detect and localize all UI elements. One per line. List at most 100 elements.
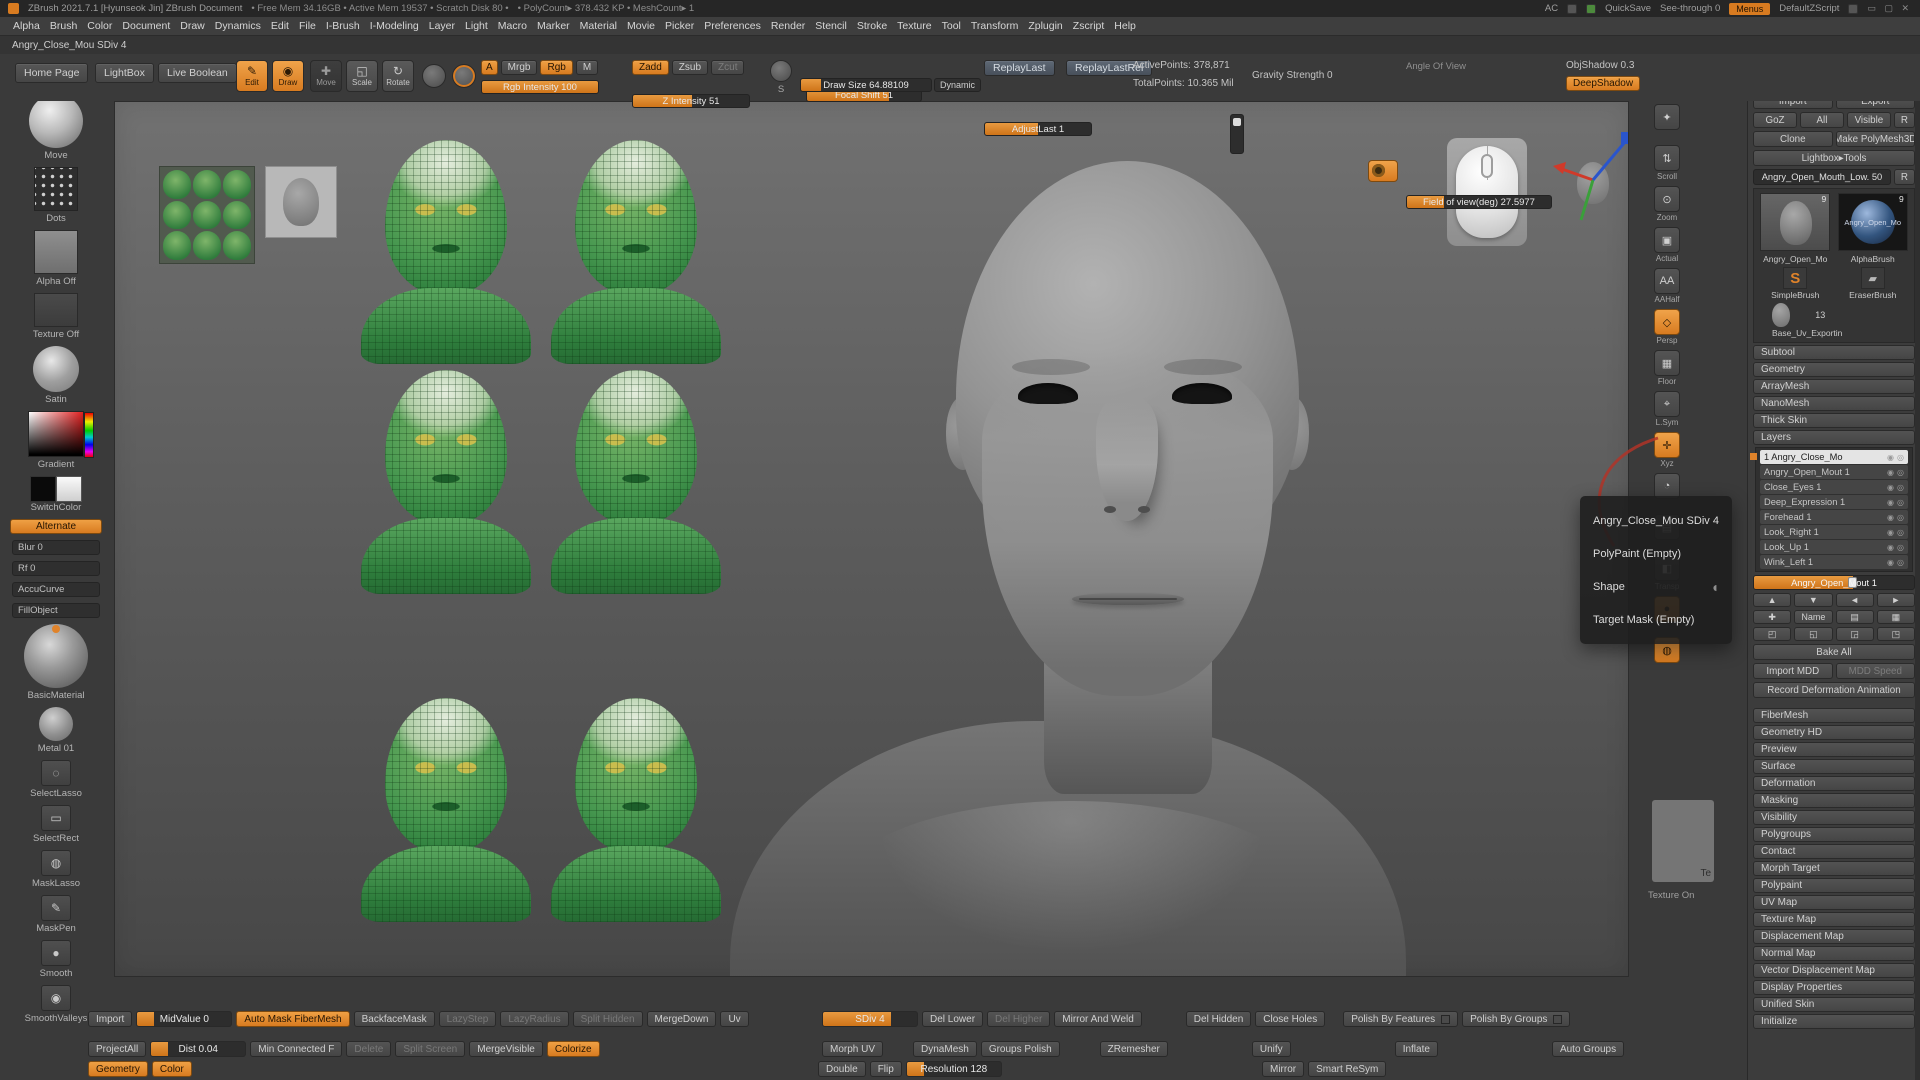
lightbox-tools-button[interactable]: Lightbox▸Tools xyxy=(1753,150,1915,166)
titlebar-icon[interactable] xyxy=(1586,4,1596,14)
tray-control[interactable]: Texture Off xyxy=(33,293,79,340)
model-thumbnails-panel[interactable] xyxy=(159,166,337,264)
menu-item[interactable]: Document xyxy=(117,20,175,32)
layer-tool-button[interactable]: ► xyxy=(1877,593,1915,607)
tray-button[interactable]: Auto Mask FiberMesh xyxy=(236,1011,349,1027)
tray-control[interactable]: Satin xyxy=(33,346,79,405)
tray-button[interactable]: Dist 0.04 xyxy=(150,1041,246,1057)
menu-item[interactable]: Help xyxy=(1109,20,1141,32)
layer-record-icon[interactable]: ◎ xyxy=(1897,513,1904,522)
layer-tool-button[interactable]: ◱ xyxy=(1794,627,1832,641)
tray-button[interactable]: Inflate xyxy=(1395,1041,1438,1057)
context-menu-item[interactable]: Shape xyxy=(1580,570,1732,603)
tool-section[interactable]: Contact xyxy=(1753,844,1915,859)
layer-tool-button[interactable]: ◲ xyxy=(1836,627,1874,641)
rotate-button[interactable]: ↻Rotate xyxy=(382,60,414,92)
rgb-intensity-slider[interactable]: Rgb Intensity 100 xyxy=(481,80,599,94)
menus-button[interactable]: Menus xyxy=(1729,3,1770,15)
goz-r-button[interactable]: R xyxy=(1894,112,1915,128)
tray-button[interactable]: DynaMesh xyxy=(913,1041,977,1057)
default-zscript-button[interactable]: DefaultZScript xyxy=(1779,3,1839,14)
tray-control[interactable]: BasicMaterial xyxy=(24,624,88,701)
dynamic-toggle[interactable]: Dynamic xyxy=(934,78,981,92)
layer-record-icon[interactable]: ◎ xyxy=(1897,453,1904,462)
tool-section[interactable]: Subtool xyxy=(1753,345,1915,360)
shelf-toggle[interactable]: ◇ Persp xyxy=(1654,309,1680,345)
tool-section[interactable]: Layers xyxy=(1753,430,1915,445)
document-canvas[interactable] xyxy=(114,101,1629,977)
shelf-toggle[interactable]: ⊙ Zoom xyxy=(1654,186,1680,222)
deep-shadow-button[interactable]: DeepShadow xyxy=(1566,76,1640,91)
tool-section[interactable]: Visibility xyxy=(1753,810,1915,825)
tool-section[interactable]: Masking xyxy=(1753,793,1915,808)
tool-section[interactable]: FiberMesh xyxy=(1753,708,1915,723)
menu-item[interactable]: Draw xyxy=(175,20,210,32)
goz-visible-button[interactable]: Visible xyxy=(1847,112,1891,128)
layer-row[interactable]: Forehead 1 ◉ ◎ xyxy=(1760,510,1908,524)
goz-button[interactable]: GoZ xyxy=(1753,112,1797,128)
zadd-button[interactable]: Zadd xyxy=(632,60,669,75)
tray-button[interactable]: Colorize xyxy=(547,1041,600,1057)
layer-eye-icon[interactable]: ◉ xyxy=(1887,543,1894,552)
menu-item[interactable]: Marker xyxy=(532,20,575,32)
tray-control[interactable]: MaskPen xyxy=(36,895,76,934)
menu-item[interactable]: I-Brush xyxy=(321,20,365,32)
tool-section[interactable]: Geometry xyxy=(1753,362,1915,377)
layer-row[interactable]: Wink_Left 1 ◉ ◎ xyxy=(1760,555,1908,569)
shelf-toggle[interactable]: ✦ xyxy=(1654,104,1680,140)
menu-item[interactable]: Macro xyxy=(493,20,532,32)
active-tool-slider[interactable]: Angry_Open_Mouth_Low. 50 xyxy=(1753,169,1891,185)
tray-button[interactable]: Auto Groups xyxy=(1552,1041,1624,1057)
tool-section[interactable]: Thick Skin xyxy=(1753,413,1915,428)
layer-tool-button[interactable]: ◳ xyxy=(1877,627,1915,641)
scale-button[interactable]: ◱Scale xyxy=(346,60,378,92)
tray-button[interactable]: SDiv 4 xyxy=(822,1011,918,1027)
mrgb-button[interactable]: Mrgb xyxy=(501,60,538,75)
tray-control[interactable]: Move xyxy=(29,94,83,161)
tray-button[interactable]: Del Lower xyxy=(922,1011,983,1027)
base-head-thumbnail[interactable] xyxy=(265,166,337,238)
edit-button[interactable]: ✎Edit xyxy=(236,60,268,92)
active-tool-r-button[interactable]: R xyxy=(1894,169,1915,185)
tray-control[interactable]: FillObject xyxy=(12,603,100,618)
tool-section[interactable]: ArrayMesh xyxy=(1753,379,1915,394)
tray-button[interactable]: Split Screen xyxy=(395,1041,465,1057)
angle-of-view-camera-icon[interactable] xyxy=(1368,160,1398,182)
stroke-preview-icon[interactable] xyxy=(452,64,476,88)
layer-row[interactable]: Look_Up 1 ◉ ◎ xyxy=(1760,540,1908,554)
menu-item[interactable]: Stencil xyxy=(810,20,852,32)
tray-control[interactable]: Alternate xyxy=(10,519,102,534)
tray-control[interactable]: Metal 01 xyxy=(38,707,74,754)
layer-tool-button[interactable]: ▼ xyxy=(1794,593,1832,607)
layer-record-icon[interactable]: ◎ xyxy=(1897,528,1904,537)
eraser-picker[interactable]: EraserBrush xyxy=(1849,267,1896,300)
tool-section[interactable]: Polypaint xyxy=(1753,878,1915,893)
shelf-toggle[interactable]: ⇅ Scroll xyxy=(1654,145,1680,181)
current-tool-thumbnail[interactable]: 9 xyxy=(1760,193,1830,251)
layer-eye-icon[interactable]: ◉ xyxy=(1887,513,1894,522)
layer-eye-icon[interactable]: ◉ xyxy=(1887,468,1894,477)
tray-button[interactable]: Close Holes xyxy=(1255,1011,1325,1027)
adjust-last-slider[interactable]: AdjustLast 1 xyxy=(984,122,1092,136)
brush-preview-icon[interactable] xyxy=(422,64,446,88)
menu-item[interactable]: Edit xyxy=(266,20,294,32)
tray-button[interactable]: MergeDown xyxy=(647,1011,717,1027)
menu-item[interactable]: Tool xyxy=(937,20,966,32)
tray-control[interactable]: Smooth xyxy=(40,940,73,979)
zsub-button[interactable]: Zsub xyxy=(672,60,708,75)
layer-record-icon[interactable]: ◎ xyxy=(1897,498,1904,507)
titlebar-icon[interactable] xyxy=(1848,4,1858,14)
expression-thumbnails[interactable] xyxy=(159,166,255,264)
menu-item[interactable]: Layer xyxy=(424,20,460,32)
live-boolean-button[interactable]: Live Boolean xyxy=(158,63,237,83)
tool-section[interactable]: Normal Map xyxy=(1753,946,1915,961)
tray-control[interactable]: Alpha Off xyxy=(34,230,78,287)
tray-button[interactable]: Double xyxy=(818,1061,866,1077)
menu-item[interactable]: Texture xyxy=(892,20,936,32)
menu-item[interactable]: Light xyxy=(460,20,493,32)
tray-control[interactable]: SwitchColor xyxy=(28,476,84,513)
tool-section[interactable]: Geometry HD xyxy=(1753,725,1915,740)
fov-slider[interactable]: Field of view(deg) 27.5977 xyxy=(1406,195,1552,209)
menu-item[interactable]: Stroke xyxy=(852,20,892,32)
tool-section[interactable]: NanoMesh xyxy=(1753,396,1915,411)
